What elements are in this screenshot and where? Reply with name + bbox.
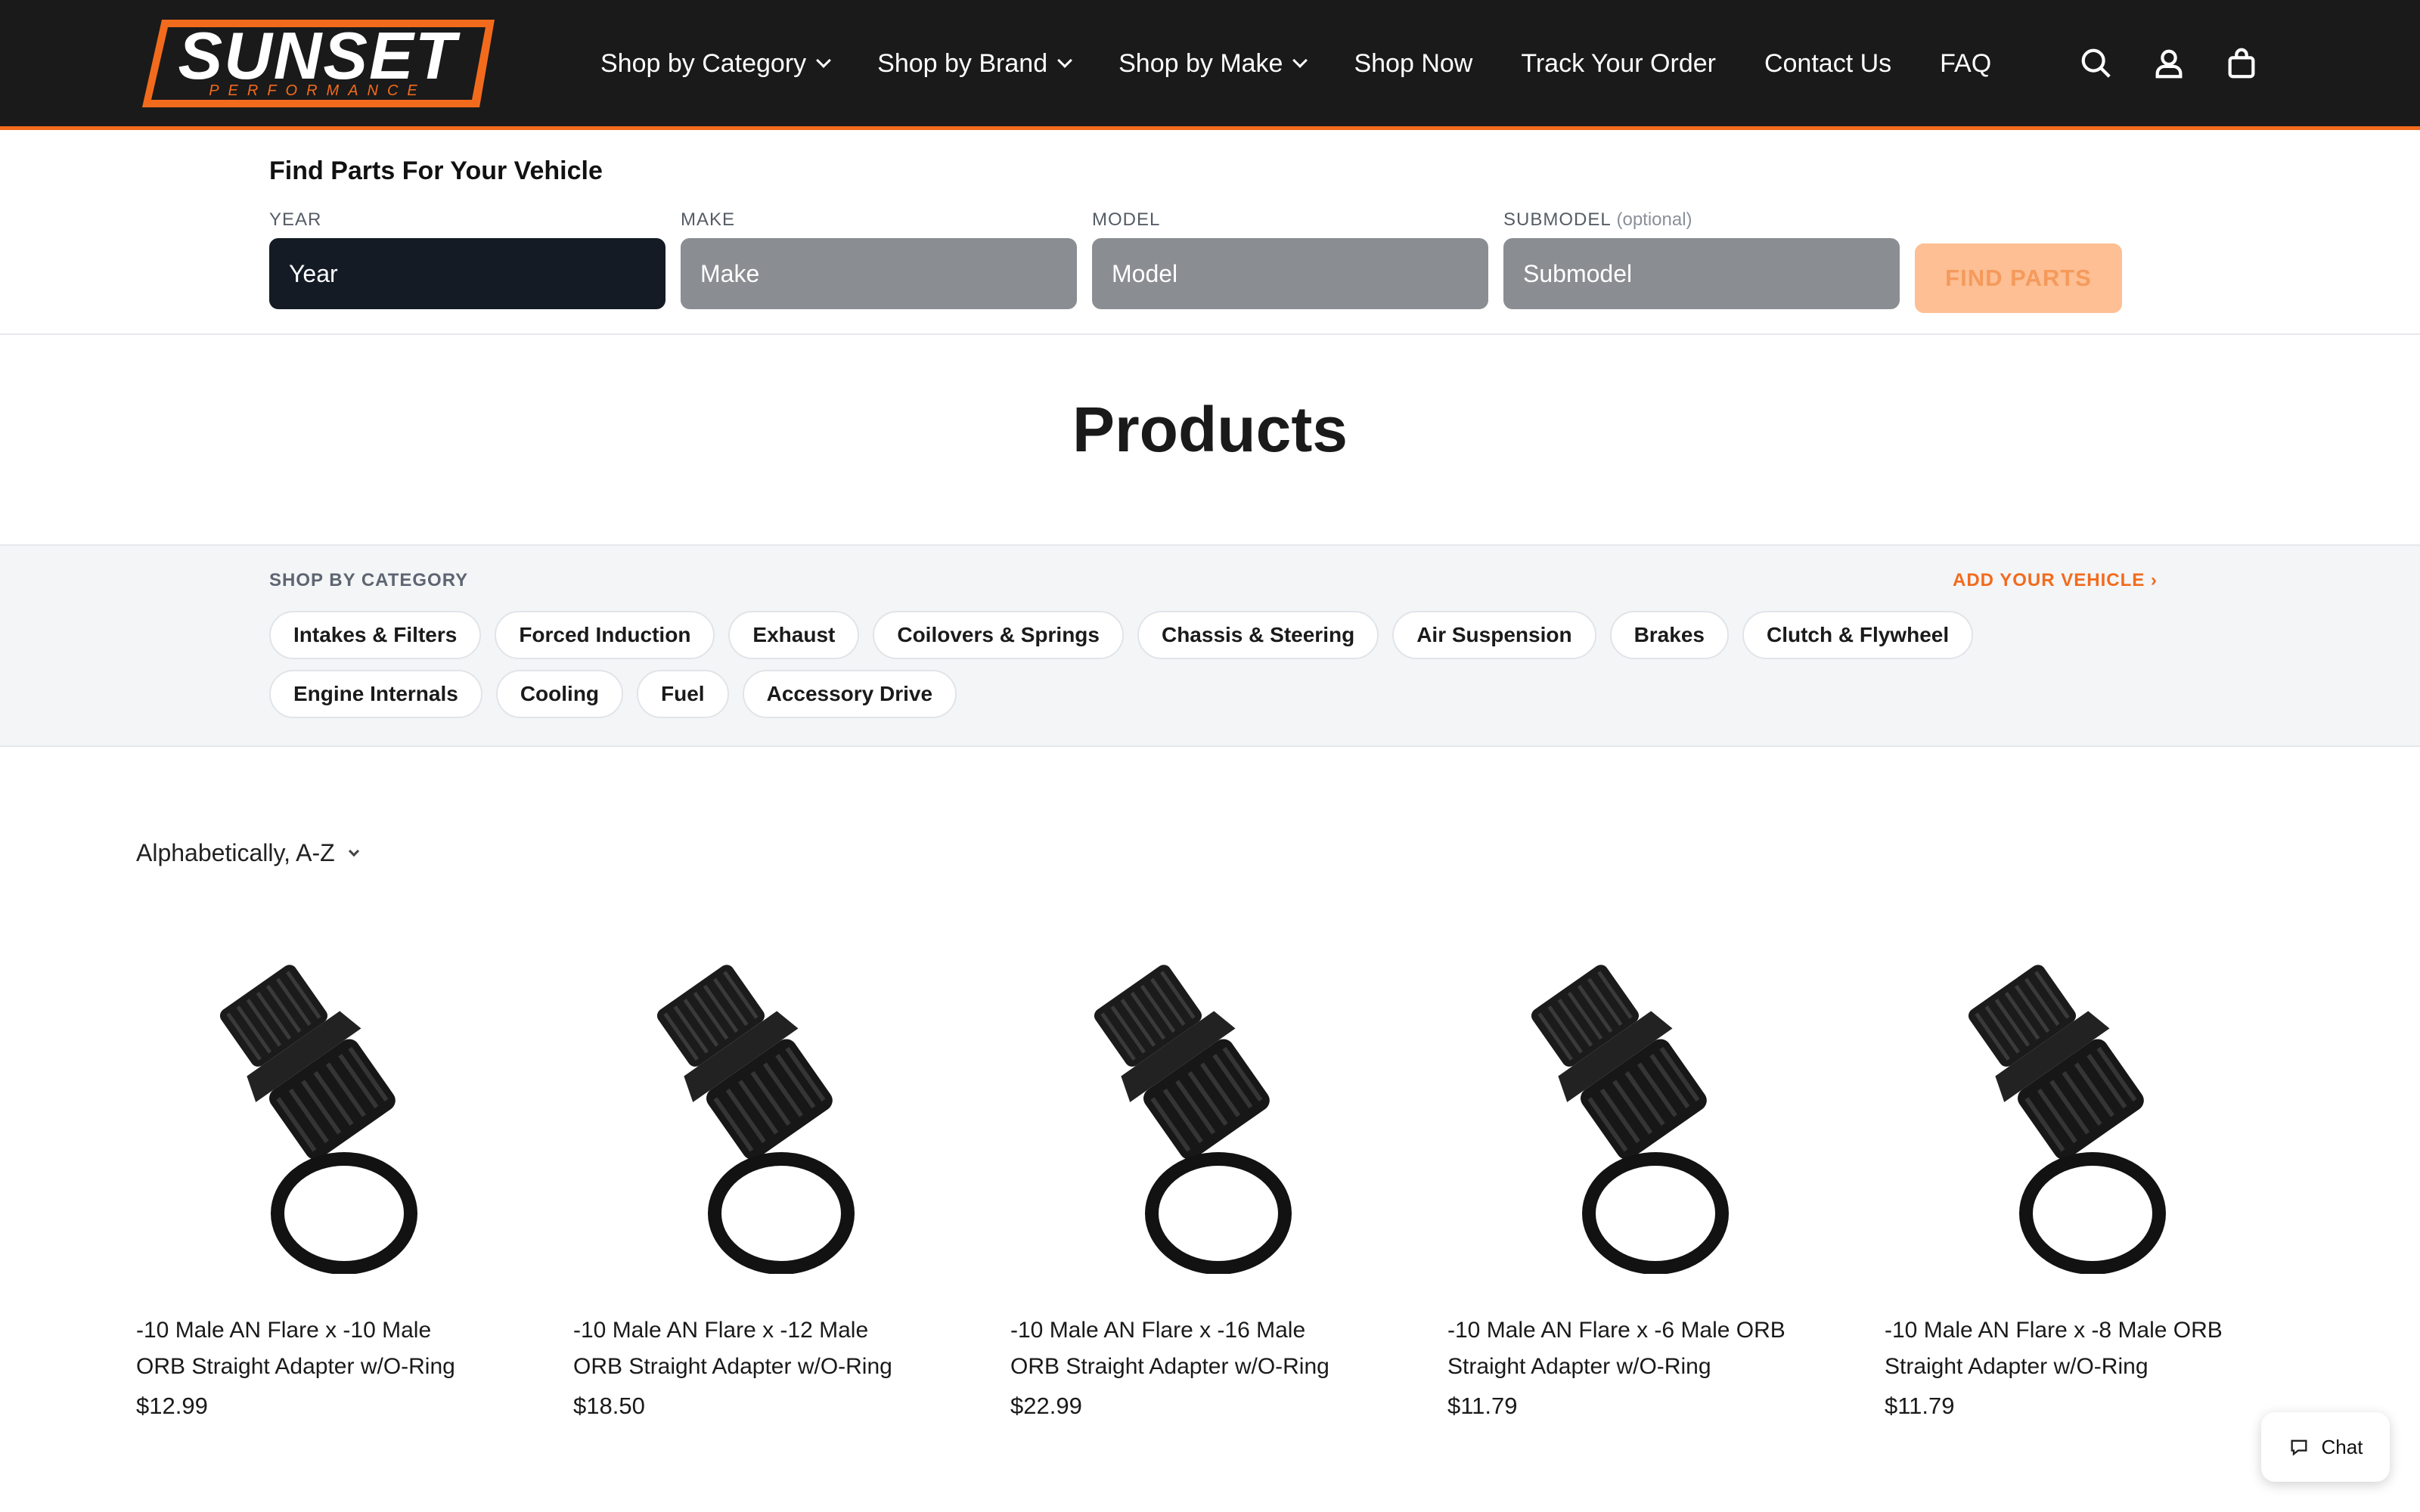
chat-bubble-icon [2291,1439,2307,1456]
shop-by-category-heading: SHOP BY CATEGORY [269,570,469,590]
an-fitting-image [1968,965,2166,1274]
field-label: MAKE [681,209,1077,237]
year-select[interactable]: Year [269,238,666,309]
category-pill[interactable]: Engine Internals [269,670,482,718]
product-card[interactable]: -10 Male AN Flare x -8 Male ORB Straight… [1885,922,2225,1420]
vehicle-finder: Find Parts For Your Vehicle YEAR Year MA… [0,134,2420,335]
sunset-performance-logo[interactable]: SUNSET PERFORMANCE [139,17,495,110]
category-pill[interactable]: Air Suspension [1392,611,1596,659]
chevron-down-icon [1292,53,1308,68]
nav-contact-us[interactable]: Contact Us [1764,49,1891,79]
category-row-1: Intakes & Filters Forced Induction Exhau… [269,611,1987,659]
chat-button[interactable]: Chat [2261,1412,2390,1482]
label-text: YEAR [269,209,322,230]
product-title[interactable]: -10 Male AN Flare x -16 Male ORB Straigh… [1010,1312,1351,1385]
product-card[interactable]: -10 Male AN Flare x -16 Male ORB Straigh… [1010,922,1351,1420]
an-fitting-image [1531,965,1729,1274]
main-nav: Shop by Category Shop by Brand Shop by M… [600,0,2040,127]
category-row-2: Engine Internals Cooling Fuel Accessory … [269,670,970,718]
product-price: $18.50 [573,1393,645,1419]
nav-label: Shop by Category [600,48,807,78]
svg-text:PERFORMANCE: PERFORMANCE [209,82,427,99]
search-icon [2081,48,2111,78]
product-title[interactable]: -10 Male AN Flare x -6 Male ORB Straight… [1447,1312,1788,1385]
nav-shop-by-make[interactable]: Shop by Make [1118,48,1308,79]
chevron-down-icon [816,53,832,68]
chevron-down-icon [348,845,359,857]
page-title: Products [1072,394,1348,465]
finder-title: Find Parts For Your Vehicle [269,156,603,185]
an-fitting-image [656,965,855,1274]
product-title[interactable]: -10 Male AN Flare x -12 Male ORB Straigh… [573,1312,914,1385]
nav-label: Track Your Order [1521,48,1716,78]
optional-hint: (optional) [1616,209,1692,230]
product-card[interactable]: -10 Male AN Flare x -12 Male ORB Straigh… [573,922,914,1420]
product-price: $11.79 [1885,1393,1955,1419]
submodel-field: SUBMODEL (optional) Submodel [1503,209,1900,309]
nav-shop-by-brand[interactable]: Shop by Brand [877,48,1073,79]
product-price: $12.99 [136,1393,208,1419]
an-fitting-image [219,965,417,1274]
nav-label: FAQ [1940,48,1992,78]
label-text: SUBMODEL [1503,209,1611,230]
chevron-down-icon [1057,53,1073,68]
cart-icon [2228,48,2255,79]
an-fitting-image [1094,965,1292,1274]
label-text: MODEL [1092,209,1161,230]
product-title[interactable]: -10 Male AN Flare x -10 Male ORB Straigh… [136,1312,476,1385]
nav-track-order[interactable]: Track Your Order [1521,49,1716,79]
model-field: MODEL Model [1092,209,1488,309]
product-image[interactable] [573,922,914,1293]
header-actions [2072,39,2290,88]
product-price: $22.99 [1010,1393,1082,1419]
label-text: MAKE [681,209,736,230]
product-price: $11.79 [1447,1393,1518,1419]
submodel-select[interactable]: Submodel [1503,238,1900,309]
site-header: SUNSET PERFORMANCE Shop by Category Shop… [0,0,2420,130]
category-pill[interactable]: Clutch & Flywheel [1742,611,1974,659]
product-image[interactable] [1885,922,2225,1293]
sort-label: Alphabetically, A-Z [136,839,335,866]
field-label: SUBMODEL (optional) [1503,209,1900,237]
category-pill[interactable]: Forced Induction [495,611,715,659]
category-pill[interactable]: Intakes & Filters [269,611,482,659]
account-icon [2155,49,2183,79]
nav-shop-by-category[interactable]: Shop by Category [600,48,832,79]
make-field: MAKE Make [681,209,1077,309]
category-pill[interactable]: Accessory Drive [742,670,957,718]
product-image[interactable] [1447,922,1788,1293]
make-select[interactable]: Make [681,238,1077,309]
product-card[interactable]: -10 Male AN Flare x -10 Male ORB Straigh… [136,922,476,1420]
nav-label: Shop by Brand [877,48,1048,78]
sort-dropdown[interactable]: Alphabetically, A-Z [136,839,359,867]
model-select[interactable]: Model [1092,238,1488,309]
product-image[interactable] [1010,922,1351,1293]
category-pill[interactable]: Brakes [1609,611,1729,659]
nav-label: Contact Us [1764,48,1892,78]
category-band: SHOP BY CATEGORY ADD YOUR VEHICLE › Inta… [0,544,2420,747]
nav-shop-now[interactable]: Shop Now [1354,49,1472,79]
category-pill[interactable]: Chassis & Steering [1137,611,1379,659]
product-grid: -10 Male AN Flare x -10 Male ORB Straigh… [136,922,2225,1420]
nav-label: Shop by Make [1118,48,1283,78]
category-pill[interactable]: Fuel [637,670,729,718]
category-pill[interactable]: Cooling [495,670,624,718]
chat-label: Chat [2321,1435,2363,1458]
nav-label: Shop Now [1354,48,1473,78]
search-button[interactable] [2072,39,2121,88]
field-label: MODEL [1092,209,1488,237]
find-parts-button[interactable]: FIND PARTS [1915,243,2122,313]
year-field: YEAR Year [269,209,666,309]
nav-faq[interactable]: FAQ [1940,49,1991,79]
add-vehicle-link[interactable]: ADD YOUR VEHICLE › [1953,570,2158,591]
category-pill[interactable]: Coilovers & Springs [873,611,1124,659]
product-card[interactable]: -10 Male AN Flare x -6 Male ORB Straight… [1447,922,1788,1420]
account-button[interactable] [2145,39,2193,88]
cart-button[interactable] [2217,39,2266,88]
field-label: YEAR [269,209,666,237]
product-image[interactable] [136,922,476,1293]
finder-fields: YEAR Year MAKE Make MODEL Model SUBMODEL… [269,209,1915,309]
category-pill[interactable]: Exhaust [728,611,860,659]
product-title[interactable]: -10 Male AN Flare x -8 Male ORB Straight… [1885,1312,2225,1385]
